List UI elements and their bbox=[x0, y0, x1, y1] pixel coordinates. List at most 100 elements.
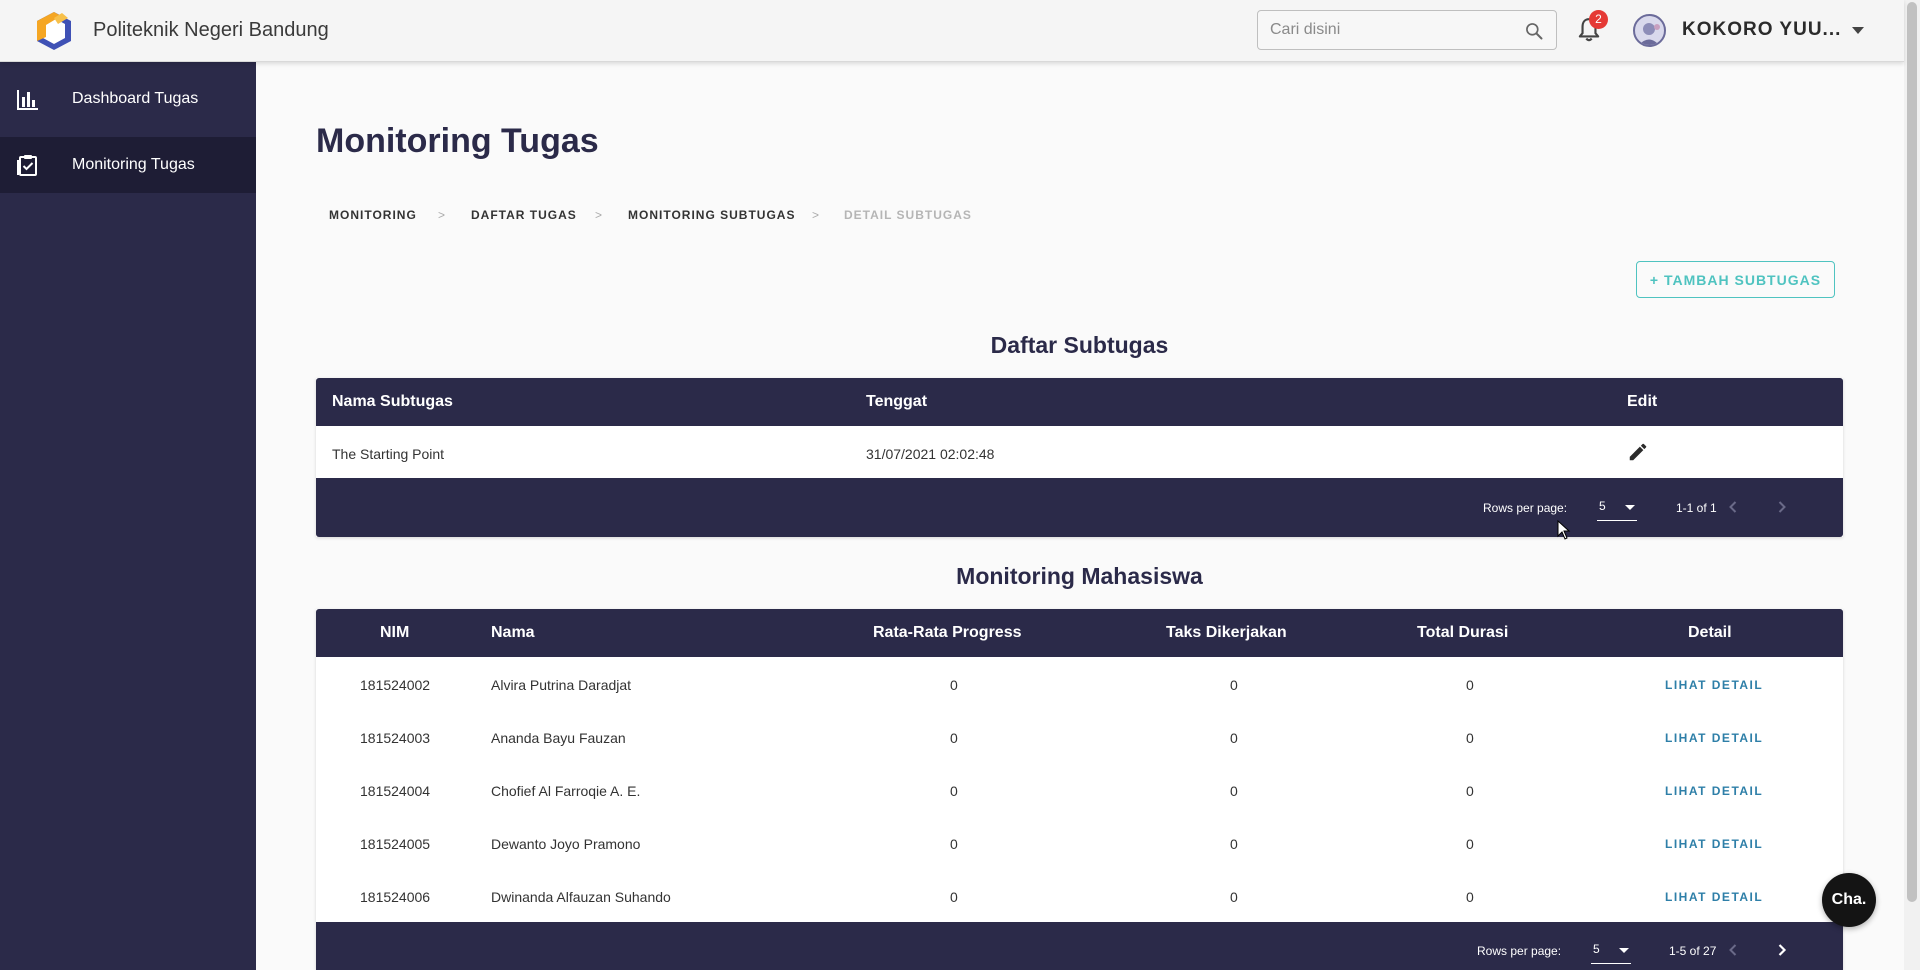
student-nim: 181524004 bbox=[360, 783, 431, 799]
chevron-left-icon[interactable] bbox=[1723, 497, 1743, 517]
page-scrollbar[interactable] bbox=[1904, 0, 1920, 970]
student-progress: 0 bbox=[950, 730, 958, 746]
breadcrumb-item-monitoring[interactable]: MONITORING bbox=[329, 208, 417, 222]
student-tasks: 0 bbox=[1230, 783, 1238, 799]
student-duration: 0 bbox=[1466, 836, 1474, 852]
search-box[interactable] bbox=[1257, 10, 1557, 50]
student-tasks: 0 bbox=[1230, 836, 1238, 852]
notification-badge: 2 bbox=[1589, 10, 1608, 29]
student-nim: 181524002 bbox=[360, 677, 431, 693]
breadcrumb-separator: > bbox=[595, 208, 604, 222]
table-pagination: Rows per page: 5 1-5 of 27 bbox=[316, 922, 1843, 970]
column-header[interactable]: Nama bbox=[491, 624, 535, 642]
rows-per-page-label: Rows per page: bbox=[1477, 944, 1562, 958]
breadcrumb-item-monitoring-subtugas[interactable]: MONITORING SUBTUGAS bbox=[628, 208, 795, 222]
breadcrumb-separator: > bbox=[812, 208, 821, 222]
caret-down-icon bbox=[1625, 505, 1635, 510]
table-row: 181524003 Ananda Bayu Fauzan 0 0 0 LIHAT… bbox=[316, 710, 1843, 763]
subtask-deadline: 31/07/2021 02:02:48 bbox=[866, 446, 995, 462]
student-section-title: Monitoring Mahasiswa bbox=[956, 563, 1203, 589]
rows-per-page-select[interactable]: 5 bbox=[1591, 938, 1631, 964]
rows-per-page-value: 5 bbox=[1599, 499, 1606, 513]
column-header: Detail bbox=[1688, 624, 1732, 641]
chevron-left-icon[interactable] bbox=[1723, 940, 1743, 960]
lihat-detail-link[interactable]: LIHAT DETAIL bbox=[1665, 784, 1763, 798]
student-tasks: 0 bbox=[1230, 889, 1238, 905]
pagination-range: 1-5 of 27 bbox=[1669, 944, 1717, 958]
breadcrumb-separator: > bbox=[438, 208, 447, 222]
student-name: Ananda Bayu Fauzan bbox=[491, 730, 626, 746]
bar-chart-icon bbox=[17, 90, 38, 110]
clipboard-check-icon bbox=[17, 155, 37, 176]
column-header[interactable]: Nama Subtugas bbox=[332, 393, 453, 411]
student-tasks: 0 bbox=[1230, 730, 1238, 746]
avatar[interactable] bbox=[1633, 14, 1666, 47]
student-progress: 0 bbox=[950, 783, 958, 799]
student-tasks: 0 bbox=[1230, 677, 1238, 693]
column-header[interactable]: Rata-Rata Progress bbox=[873, 624, 1022, 642]
user-avatar-icon bbox=[1638, 23, 1660, 45]
breadcrumb-item-detail-subtugas: DETAIL SUBTUGAS bbox=[844, 208, 972, 222]
student-duration: 0 bbox=[1466, 677, 1474, 693]
student-nim: 181524006 bbox=[360, 889, 431, 905]
pagination-range: 1-1 of 1 bbox=[1676, 501, 1717, 515]
chat-widget-button[interactable]: Cha. bbox=[1822, 873, 1876, 927]
lihat-detail-link[interactable]: LIHAT DETAIL bbox=[1665, 678, 1763, 692]
subtask-table: Nama Subtugas Tenggat Edit The Starting … bbox=[316, 378, 1843, 537]
lihat-detail-link[interactable]: LIHAT DETAIL bbox=[1665, 890, 1763, 904]
student-duration: 0 bbox=[1466, 783, 1474, 799]
search-icon[interactable] bbox=[1524, 21, 1544, 41]
student-progress: 0 bbox=[950, 836, 958, 852]
student-duration: 0 bbox=[1466, 730, 1474, 746]
sidebar-item-label: Monitoring Tugas bbox=[72, 156, 195, 173]
chevron-right-icon[interactable] bbox=[1772, 497, 1792, 517]
rows-per-page-select[interactable]: 5 bbox=[1597, 495, 1637, 521]
caret-down-icon bbox=[1619, 948, 1629, 953]
student-progress: 0 bbox=[950, 889, 958, 905]
top-app-bar: Politeknik Negeri Bandung 2 KOKORO YUU..… bbox=[0, 0, 1904, 62]
chevron-down-icon[interactable] bbox=[1852, 27, 1864, 34]
sidebar-item-dashboard-tugas[interactable]: Dashboard Tugas bbox=[0, 71, 256, 127]
table-header: Nama Subtugas Tenggat Edit bbox=[316, 378, 1843, 426]
chevron-right-icon[interactable] bbox=[1772, 940, 1792, 960]
sidebar-item-label: Dashboard Tugas bbox=[72, 90, 199, 107]
column-header[interactable]: Taks Dikerjakan bbox=[1166, 624, 1287, 642]
username-label[interactable]: KOKORO YUU... bbox=[1682, 19, 1841, 41]
table-row: 181524006 Dwinanda Alfauzan Suhando 0 0 … bbox=[316, 869, 1843, 922]
page-title: Monitoring Tugas bbox=[316, 122, 599, 160]
column-header: Edit bbox=[1627, 393, 1658, 410]
subtask-name: The Starting Point bbox=[332, 446, 445, 462]
scrollbar-thumb[interactable] bbox=[1907, 2, 1917, 902]
student-table: NIM Nama Rata-Rata Progress Taks Dikerja… bbox=[316, 609, 1843, 970]
table-row: 181524002 Alvira Putrina Daradjat 0 0 0 … bbox=[316, 657, 1843, 710]
table-header: NIM Nama Rata-Rata Progress Taks Dikerja… bbox=[316, 609, 1843, 657]
subtask-section-title: Daftar Subtugas bbox=[990, 332, 1169, 358]
column-header[interactable]: Tenggat bbox=[866, 393, 927, 411]
table-row: 181524005 Dewanto Joyo Pramono 0 0 0 LIH… bbox=[316, 816, 1843, 869]
mouse-cursor-icon bbox=[1557, 520, 1571, 540]
table-row: The Starting Point 31/07/2021 02:02:48 bbox=[316, 426, 1843, 478]
student-name: Dewanto Joyo Pramono bbox=[491, 836, 641, 852]
add-subtask-button[interactable]: + TAMBAH SUBTUGAS bbox=[1636, 261, 1835, 298]
sidebar-item-monitoring-tugas[interactable]: Monitoring Tugas bbox=[0, 137, 256, 193]
column-header[interactable]: Total Durasi bbox=[1417, 624, 1508, 642]
table-row: 181524004 Chofief Al Farroqie A. E. 0 0 … bbox=[316, 763, 1843, 816]
edit-pencil-icon[interactable] bbox=[1627, 441, 1649, 463]
brand-name: Politeknik Negeri Bandung bbox=[93, 19, 329, 41]
rows-per-page-label: Rows per page: bbox=[1483, 501, 1568, 515]
student-name: Dwinanda Alfauzan Suhando bbox=[491, 889, 671, 905]
table-pagination: Rows per page: 5 1-1 of 1 bbox=[316, 478, 1843, 537]
lihat-detail-link[interactable]: LIHAT DETAIL bbox=[1665, 731, 1763, 745]
polban-logo[interactable] bbox=[34, 10, 74, 52]
search-input[interactable] bbox=[1270, 19, 1520, 41]
lihat-detail-link[interactable]: LIHAT DETAIL bbox=[1665, 837, 1763, 851]
student-duration: 0 bbox=[1466, 889, 1474, 905]
student-name: Chofief Al Farroqie A. E. bbox=[491, 783, 641, 799]
breadcrumb-item-daftar-tugas[interactable]: DAFTAR TUGAS bbox=[471, 208, 577, 222]
student-name: Alvira Putrina Daradjat bbox=[491, 677, 632, 693]
column-header[interactable]: NIM bbox=[380, 624, 409, 642]
student-progress: 0 bbox=[950, 677, 958, 693]
student-nim: 181524005 bbox=[360, 836, 431, 852]
rows-per-page-value: 5 bbox=[1593, 942, 1600, 956]
sidebar: Dashboard Tugas Monitoring Tugas bbox=[0, 62, 256, 970]
